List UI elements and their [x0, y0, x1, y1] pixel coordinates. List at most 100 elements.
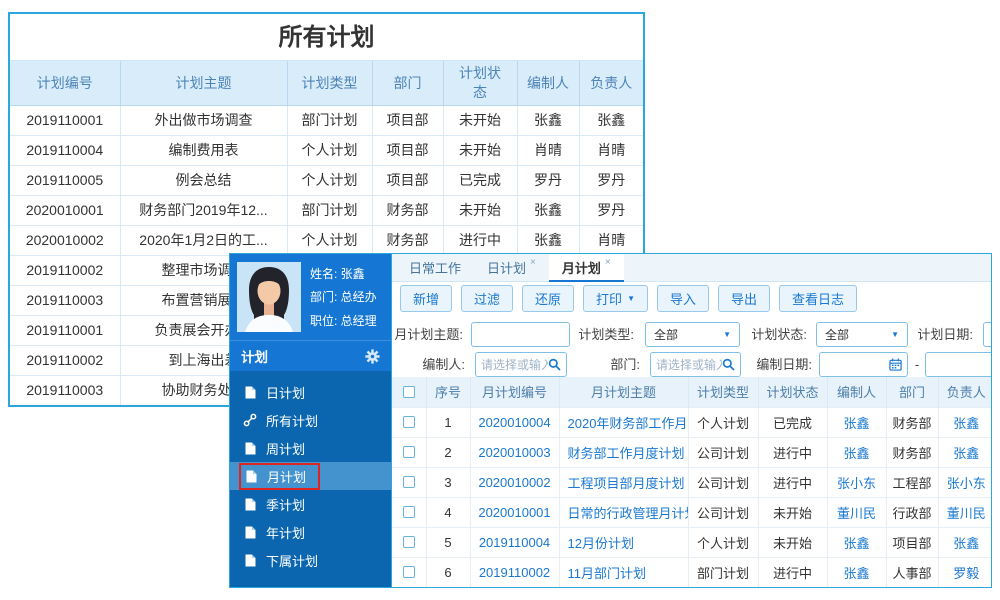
creator-input-field[interactable] — [481, 357, 548, 372]
column-header: 月计划编号 — [469, 377, 559, 407]
table-row[interactable]: 2019110005 例会总结 个人计划 项目部 已完成 罗丹 罗丹 — [10, 164, 643, 196]
owner-link[interactable]: 张小东 — [947, 476, 986, 491]
subject-input[interactable] — [471, 322, 570, 347]
cell: 部门计划 — [286, 194, 373, 226]
file-icon — [243, 442, 257, 455]
subject-link[interactable]: 日常的行政管理月计划 — [568, 506, 689, 521]
id-link[interactable]: 2020010001 — [478, 505, 550, 520]
cell: 2019110002 — [10, 344, 121, 376]
subject-link[interactable]: 2020年财务部工作月... — [568, 416, 689, 431]
sidebar-item-label: 月计划 — [267, 469, 307, 485]
creator-cell: 董川民 — [826, 496, 886, 527]
table-row[interactable]: 2020010002 2020年1月2日的工... 个人计划 财务部 进行中 张鑫 肖晴 — [10, 224, 643, 256]
table-row[interactable]: 6 2019110002 11月部门计划 部门计划 进行中 张鑫 人事部 罗毅 — [392, 556, 991, 587]
row-checkbox[interactable] — [402, 416, 415, 428]
subject-link[interactable]: 12月份计划 — [568, 536, 634, 551]
no-cell: 2 — [425, 436, 470, 467]
sidebar-item-subordinate-plan[interactable]: 下属计划 — [230, 546, 391, 574]
id-link[interactable]: 2019110004 — [479, 535, 550, 550]
creator-link[interactable]: 张鑫 — [843, 566, 869, 581]
row-checkbox[interactable] — [402, 566, 415, 579]
id-link[interactable]: 2020010004 — [478, 415, 550, 430]
print-button[interactable]: 打印 ▼ — [583, 285, 648, 312]
sidebar-item-yearly-plan[interactable]: 年计划 — [230, 518, 391, 546]
subject-link[interactable]: 财务部工作月度计划 — [568, 446, 685, 461]
column-header: 计划主题 — [119, 61, 288, 106]
reset-button[interactable]: 还原 — [522, 285, 575, 312]
compile-date-end-input[interactable] — [925, 352, 991, 377]
user-profile: 姓名: 张鑫 部门: 总经办 职位: 总经理 — [230, 254, 391, 341]
table-row[interactable]: 2 2020010003 财务部工作月度计划 公司计划 进行中 张鑫 财务部 张鑫 — [392, 436, 991, 467]
table-row[interactable]: 5 2019110004 12月份计划 个人计划 未开始 张鑫 项目部 张鑫 — [392, 526, 991, 557]
creator-link[interactable]: 张鑫 — [843, 446, 869, 461]
row-checkbox[interactable] — [402, 476, 415, 488]
creator-link[interactable]: 张鑫 — [843, 536, 869, 551]
table-row[interactable]: 2019110004 编制费用表 个人计划 项目部 未开始 肖晴 肖晴 — [10, 134, 643, 166]
column-header: 计划状态 — [757, 377, 827, 407]
sidebar-item-all-plans[interactable]: 所有计划 — [230, 406, 391, 434]
search-icon[interactable] — [548, 358, 561, 371]
filter-label-dept: 部门: — [610, 357, 640, 372]
cell: 张鑫 — [578, 104, 643, 136]
close-icon[interactable]: × — [605, 257, 611, 268]
table-row[interactable]: 2019110001 外出做市场调查 部门计划 项目部 未开始 张鑫 张鑫 — [10, 104, 643, 136]
sidebar-item-daily-plan[interactable]: 日计划 — [230, 378, 391, 406]
table-row[interactable]: 2020010001 财务部门2019年12... 部门计划 财务部 未开始 张鑫 罗丹 — [10, 194, 643, 226]
creator-link[interactable]: 张小东 — [837, 476, 876, 491]
sidebar-item-monthly-plan[interactable]: 月计划 — [230, 462, 391, 490]
id-link[interactable]: 2019110002 — [479, 565, 550, 580]
sidebar-item-label: 周计划 — [266, 441, 306, 457]
subject-cell: 12月份计划 — [558, 526, 688, 557]
search-icon[interactable] — [722, 358, 735, 371]
select-all-checkbox[interactable] — [402, 385, 415, 398]
id-link[interactable]: 2020010003 — [478, 445, 550, 460]
table-row[interactable]: 4 2020010001 日常的行政管理月计划 公司计划 未开始 董川民 行政部 董川民 — [392, 496, 991, 527]
status-select[interactable]: 全部 ▼ — [816, 322, 908, 347]
creator-link[interactable]: 张鑫 — [843, 416, 869, 431]
export-button[interactable]: 导出 — [718, 285, 771, 312]
owner-link[interactable]: 张鑫 — [953, 446, 979, 461]
table-row[interactable]: 1 2020010004 2020年财务部工作月... 个人计划 已完成 张鑫 财务部 张鑫 — [392, 406, 991, 437]
tab-label: 日常工作 — [409, 261, 462, 276]
close-icon[interactable]: × — [530, 257, 536, 268]
import-button[interactable]: 导入 — [656, 285, 709, 312]
owner-cell: 张小东 — [937, 466, 991, 497]
table-row[interactable]: 3 2020010002 工程项目部月度计划 公司计划 进行中 张小东 工程部 张小东 — [392, 466, 991, 497]
tab-monthly-plan[interactable]: 月计划 × — [548, 254, 624, 282]
dept-cell: 项目部 — [885, 526, 938, 557]
no-cell: 4 — [425, 496, 470, 527]
gear-icon[interactable] — [365, 348, 380, 364]
sidebar-item-weekly-plan[interactable]: 周计划 — [230, 434, 391, 462]
compile-date-start-input[interactable] — [819, 352, 908, 377]
owner-link[interactable]: 张鑫 — [953, 416, 979, 431]
dept-cell: 行政部 — [885, 496, 938, 527]
owner-link[interactable]: 张鑫 — [953, 536, 979, 551]
compile-date-start-field[interactable] — [825, 357, 889, 372]
filter-button[interactable]: 过滤 — [461, 285, 514, 312]
cell: 2020010002 — [10, 224, 121, 256]
creator-input[interactable] — [475, 352, 567, 377]
tab-daily-work[interactable]: 日常工作 — [396, 254, 474, 281]
type-select[interactable]: 全部 ▼ — [645, 322, 740, 347]
dept-input[interactable] — [650, 352, 741, 377]
dept-input-field[interactable] — [656, 357, 722, 372]
plan-date-input[interactable] — [983, 322, 991, 347]
creator-link[interactable]: 董川民 — [837, 506, 876, 521]
owner-link[interactable]: 董川民 — [947, 506, 986, 521]
sidebar-item-quarterly-plan[interactable]: 季计划 — [230, 490, 391, 518]
add-button[interactable]: 新增 — [400, 285, 453, 312]
monthly-plan-header-row: 序号 月计划编号 月计划主题 计划类型 计划状态 编制人 部门 负责人 — [392, 377, 991, 407]
subject-link[interactable]: 11月部门计划 — [568, 566, 647, 581]
id-link[interactable]: 2020010002 — [478, 475, 550, 490]
row-checkbox[interactable] — [402, 536, 415, 548]
no-cell: 3 — [425, 466, 470, 497]
view-log-button[interactable]: 查看日志 — [779, 285, 858, 312]
tab-daily-plan[interactable]: 日计划 × — [474, 254, 549, 281]
subject-link[interactable]: 工程项目部月度计划 — [568, 476, 685, 491]
calendar-icon[interactable] — [889, 358, 902, 371]
owner-link[interactable]: 罗毅 — [953, 566, 979, 581]
cell: 财务部门2019年12... — [119, 194, 288, 226]
row-checkbox[interactable] — [402, 506, 415, 518]
row-checkbox[interactable] — [402, 446, 415, 458]
column-header: 计划类型 — [687, 377, 758, 407]
